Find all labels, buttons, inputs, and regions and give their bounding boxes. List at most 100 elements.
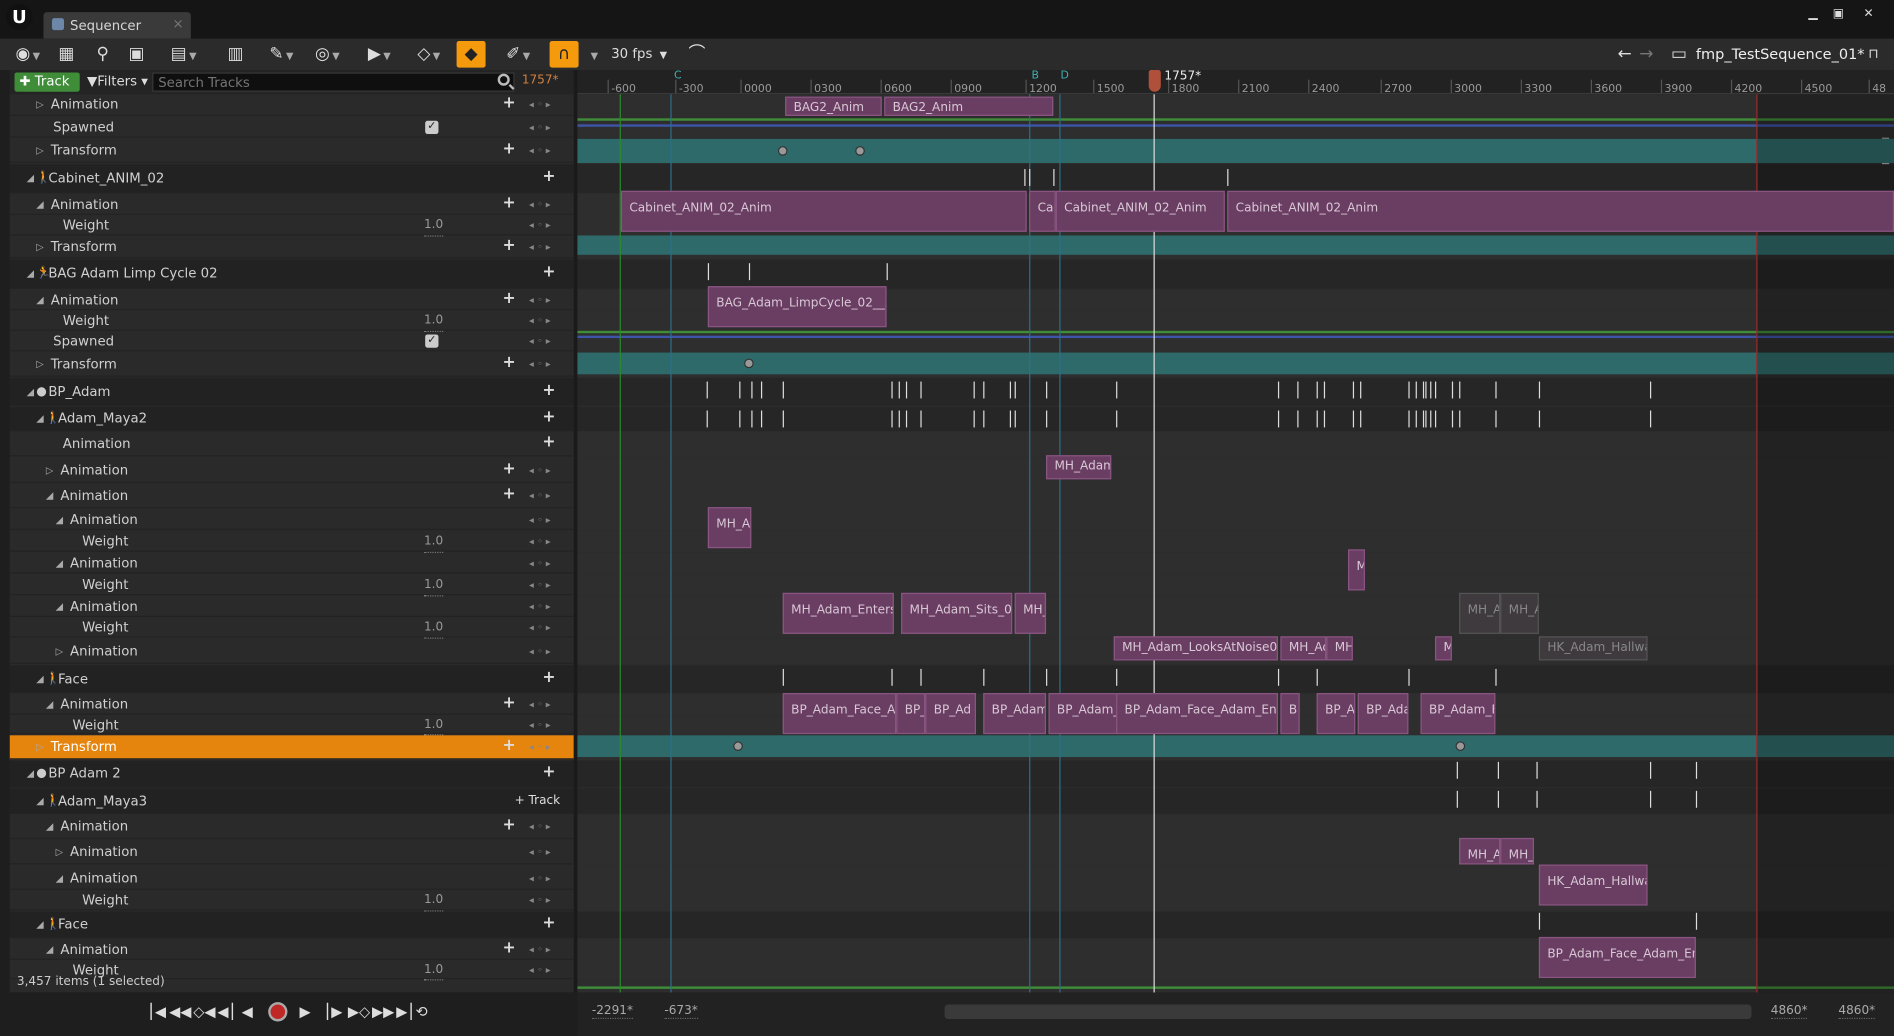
track-row[interactable]: ◢ ● BP_Adam + — [9, 377, 574, 406]
expand-toggle-icon[interactable]: ◢ — [56, 553, 63, 574]
key-tick[interactable] — [1497, 790, 1500, 808]
key-tick[interactable] — [891, 410, 893, 428]
save-icon[interactable]: ▦ — [53, 41, 80, 68]
key-tick[interactable] — [920, 381, 922, 399]
key-tick[interactable] — [1277, 410, 1280, 428]
key-tick[interactable] — [782, 668, 784, 686]
render-movie-icon[interactable]: ▤ ▼ — [159, 41, 207, 68]
key-tick[interactable] — [1495, 381, 1497, 399]
key-navigation-icon[interactable]: ◂ ◦ ▸ — [529, 618, 551, 637]
track-row[interactable]: ◢ 🚶 Adam_Maya2 + — [9, 406, 574, 432]
fps-dropdown[interactable]: 30 fps ▼ — [611, 41, 667, 68]
key-tick[interactable] — [905, 381, 908, 399]
marker-c[interactable]: C — [674, 70, 682, 82]
key-tick[interactable] — [739, 410, 741, 428]
track-row[interactable]: ◢ Animation ◂ ◦ ▸ — [9, 553, 574, 574]
sequence-name[interactable]: fmp_TestSequence_01* — [1696, 41, 1865, 68]
expand-toggle-icon[interactable]: ▷ — [56, 840, 63, 864]
key-navigation-icon[interactable]: ◂ ◦ ▸ — [529, 353, 551, 377]
animation-section[interactable]: BP_Adam_Face_Adam_Ente — [1116, 693, 1278, 735]
weight-value[interactable]: 1.0 — [423, 891, 444, 912]
spawned-checkbox[interactable]: ✓ — [425, 120, 439, 135]
track-row[interactable]: ▷ Animation ◂ ◦ ▸ — [9, 840, 574, 865]
key-navigation-icon[interactable]: ◂ ◦ ▸ — [529, 216, 551, 235]
expand-toggle-icon[interactable]: ▷ — [56, 639, 63, 664]
key-tick[interactable] — [782, 381, 784, 399]
key-tick[interactable] — [1695, 761, 1698, 779]
key-tick[interactable] — [1695, 912, 1698, 930]
add-track-icon[interactable]: + — [542, 910, 555, 937]
playhead-handle[interactable] — [1148, 70, 1161, 92]
key-tick[interactable] — [1451, 410, 1454, 428]
key-tick[interactable] — [983, 410, 985, 428]
spawned-checkbox[interactable]: ✓ — [425, 334, 439, 348]
key-tick[interactable] — [1456, 790, 1458, 808]
key-tick[interactable] — [1536, 761, 1538, 779]
track-row[interactable]: ◢ 🚶 Face + — [9, 910, 574, 939]
key-tick[interactable] — [1014, 381, 1016, 399]
minimize-button[interactable]: ▁ — [1802, 6, 1824, 23]
animation-section[interactable]: MH_A — [1500, 592, 1539, 634]
add-track-icon[interactable]: + — [542, 664, 555, 692]
track-row[interactable]: ◢ Animation + ◂ ◦ ▸ — [9, 290, 574, 311]
key-tick[interactable] — [1459, 381, 1461, 399]
key-tick[interactable] — [1497, 761, 1500, 779]
key-tick[interactable] — [973, 381, 975, 399]
animation-section[interactable]: Cabinet_ANIM_02_Anim — [1227, 190, 1894, 232]
key-tick[interactable] — [1430, 410, 1432, 428]
track-row[interactable]: ◢ Animation ◂ ◦ ▸ — [9, 510, 574, 531]
animation-section[interactable]: BP_ — [896, 693, 926, 735]
key-tick[interactable] — [1408, 668, 1410, 686]
curve-editor-icon[interactable]: ⌒ — [684, 41, 711, 68]
animation-section[interactable]: BAG_Adam_LimpCycle_02__Ani — [707, 286, 887, 328]
key-navigation-icon[interactable]: ◂ ◦ ▸ — [529, 694, 551, 715]
track-row[interactable]: ▷ Animation + ◂ ◦ ▸ — [9, 458, 574, 483]
track-row[interactable]: ▷ Animation + ◂ ◦ ▸ — [9, 94, 574, 116]
add-track-icon[interactable]: + — [542, 163, 555, 192]
animation-section[interactable]: MH — [1326, 636, 1353, 661]
expand-toggle-icon[interactable]: ◢ — [27, 378, 34, 406]
step-forward-frame-icon[interactable]: ⎮▶ — [324, 1003, 343, 1020]
key-tick[interactable] — [983, 668, 985, 686]
animation-section[interactable]: BP_Adam_ — [1048, 693, 1119, 735]
track-row[interactable]: Weight ◂ ◦ ▸ 1.0 — [9, 575, 574, 597]
back-arrow-icon[interactable]: ← — [1614, 41, 1636, 68]
animation-section[interactable]: MH_Adam_LooksAtNoise01_ — [1113, 636, 1278, 661]
view-icon[interactable]: ◎ ▼ — [309, 41, 345, 68]
weight-value[interactable]: 1.0 — [423, 216, 444, 237]
key-navigation-icon[interactable]: ◂ ◦ ▸ — [529, 840, 551, 864]
track-row[interactable]: ▷ Transform + ◂ ◦ ▸ — [9, 139, 574, 163]
timeline-horizontal-scrollbar[interactable] — [944, 1004, 1752, 1020]
playback-start-field[interactable]: -673* — [664, 1005, 698, 1020]
key-tick[interactable] — [1227, 169, 1229, 186]
key-tick[interactable] — [1360, 410, 1362, 428]
track-row[interactable]: Weight ◂ ◦ ▸ 1.0 — [9, 891, 574, 912]
key-tick[interactable] — [1649, 410, 1652, 428]
expand-toggle-icon[interactable]: ◢ — [27, 761, 34, 788]
key-tick[interactable] — [886, 263, 888, 281]
auto-key-icon[interactable]: ◆ — [456, 41, 486, 68]
key-navigation-icon[interactable]: ◂ ◦ ▸ — [529, 194, 551, 215]
animation-section[interactable]: MH_Ac — [1280, 636, 1327, 661]
expand-toggle-icon[interactable]: ◢ — [27, 260, 34, 289]
animation-section[interactable]: BAG2_Anim — [884, 96, 1054, 116]
expand-toggle-icon[interactable]: ◢ — [36, 290, 43, 311]
add-section-icon[interactable]: + — [502, 693, 515, 714]
key-tick[interactable] — [1422, 381, 1425, 399]
key-tick[interactable] — [1009, 410, 1012, 428]
key-navigation-icon[interactable]: ◂ ◦ ▸ — [529, 939, 551, 960]
tools-icon[interactable]: ✎ ▼ — [263, 41, 299, 68]
view-start-field[interactable]: -2291* — [591, 1005, 634, 1020]
animation-section[interactable]: BP_Adam — [1357, 693, 1409, 735]
key-navigation-icon[interactable]: ◂ ◦ ▸ — [529, 735, 551, 759]
keyframe[interactable] — [777, 146, 788, 156]
animation-section[interactable]: BP_Adam_Face_Adam_Ente — [1538, 936, 1696, 978]
key-tick[interactable] — [1352, 410, 1355, 428]
add-track-icon[interactable]: + — [542, 406, 555, 430]
expand-toggle-icon[interactable]: ◢ — [46, 815, 53, 839]
track-row[interactable]: Weight ◂ ◦ ▸ 1.0 — [9, 531, 574, 553]
search-tracks-input[interactable] — [152, 72, 515, 92]
add-track-icon[interactable]: + — [542, 377, 555, 405]
key-tick[interactable] — [1316, 668, 1318, 686]
key-tick[interactable] — [983, 381, 985, 399]
